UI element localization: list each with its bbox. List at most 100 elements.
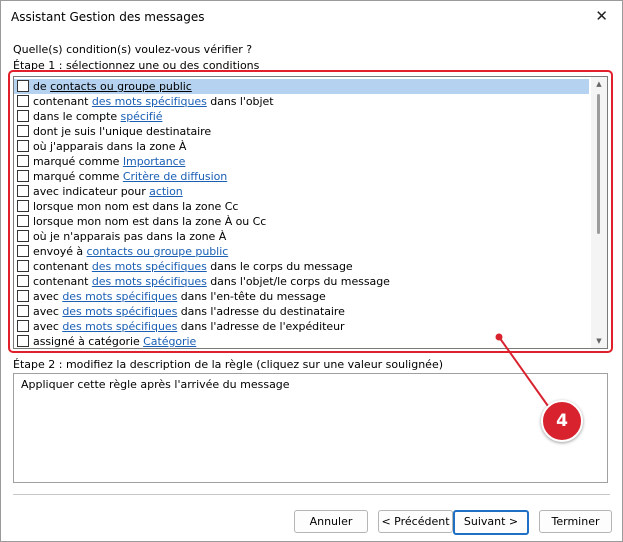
condition-value-link[interactable]: des mots spécifiques (92, 260, 207, 273)
condition-row[interactable]: marqué comme Critère de diffusion (14, 169, 589, 184)
condition-text: dans l'objet (206, 95, 274, 108)
condition-label: marqué comme Critère de diffusion (33, 170, 227, 183)
condition-checkbox[interactable] (17, 215, 29, 227)
scroll-up-icon[interactable]: ▲ (591, 77, 607, 91)
condition-label: avec des mots spécifiques dans l'en-tête… (33, 290, 326, 303)
rule-description-box[interactable]: Appliquer cette règle après l'arrivée du… (13, 373, 608, 483)
condition-checkbox[interactable] (17, 140, 29, 152)
question-label: Quelle(s) condition(s) voulez-vous vérif… (13, 43, 253, 56)
condition-row[interactable]: dans le compte spécifié (14, 109, 589, 124)
condition-text: contenant (33, 275, 92, 288)
rule-description-text: Appliquer cette règle après l'arrivée du… (21, 378, 290, 391)
condition-value-link[interactable]: Catégorie (143, 335, 196, 348)
condition-value-link[interactable]: contacts ou groupe public (50, 80, 192, 93)
condition-value-link[interactable]: Importance (123, 155, 186, 168)
condition-label: avec des mots spécifiques dans l'adresse… (33, 320, 345, 333)
condition-value-link[interactable]: contacts ou groupe public (87, 245, 229, 258)
condition-value-link[interactable]: action (149, 185, 183, 198)
condition-row[interactable]: dont je suis l'unique destinataire (14, 124, 589, 139)
condition-text: assigné à catégorie (33, 335, 144, 348)
condition-label: lorsque mon nom est dans la zone Cc (33, 200, 238, 213)
condition-text: lorsque mon nom est dans la zone Cc (33, 200, 239, 213)
condition-text: dans l'adresse de l'expéditeur (177, 320, 345, 333)
scroll-down-icon[interactable]: ▼ (591, 334, 607, 348)
condition-value-link[interactable]: des mots spécifiques (62, 290, 177, 303)
condition-checkbox[interactable] (17, 245, 29, 257)
condition-value-link[interactable]: des mots spécifiques (92, 275, 207, 288)
condition-row[interactable]: de contacts ou groupe public (14, 79, 589, 94)
condition-label: marqué comme Importance (33, 155, 185, 168)
condition-text: dans l'objet/le corps du message (206, 275, 390, 288)
title-bar: Assistant Gestion des messages ✕ (1, 1, 622, 32)
dialog-window: Assistant Gestion des messages ✕ Quelle(… (0, 0, 623, 542)
scrollbar-thumb[interactable] (597, 94, 600, 234)
condition-row[interactable]: où je n'apparais pas dans la zone À (14, 229, 589, 244)
condition-checkbox[interactable] (17, 305, 29, 317)
condition-label: contenant des mots spécifiques dans l'ob… (33, 275, 390, 288)
condition-label: assigné à catégorie Catégorie (33, 335, 196, 348)
condition-row[interactable]: avec des mots spécifiques dans l'adresse… (14, 319, 589, 334)
condition-text: dans le corps du message (206, 260, 353, 273)
condition-value-link[interactable]: spécifié (121, 110, 163, 123)
condition-text: contenant (33, 95, 92, 108)
condition-checkbox[interactable] (17, 185, 29, 197)
condition-checkbox[interactable] (17, 275, 29, 287)
condition-value-link[interactable]: des mots spécifiques (62, 320, 177, 333)
condition-text: où j'apparais dans la zone À (33, 140, 187, 153)
condition-checkbox[interactable] (17, 125, 29, 137)
condition-checkbox[interactable] (17, 230, 29, 242)
condition-label: contenant des mots spécifiques dans le c… (33, 260, 353, 273)
condition-checkbox[interactable] (17, 335, 29, 347)
next-button[interactable]: Suivant > (453, 510, 529, 535)
condition-checkbox[interactable] (17, 80, 29, 92)
condition-checkbox[interactable] (17, 95, 29, 107)
condition-checkbox[interactable] (17, 290, 29, 302)
condition-row[interactable]: contenant des mots spécifiques dans l'ob… (14, 274, 589, 289)
condition-text: contenant (33, 260, 92, 273)
condition-text: marqué comme (33, 155, 123, 168)
condition-checkbox[interactable] (17, 320, 29, 332)
condition-value-link[interactable]: des mots spécifiques (62, 305, 177, 318)
condition-value-link[interactable]: des mots spécifiques (92, 95, 207, 108)
condition-label: envoyé à contacts ou groupe public (33, 245, 228, 258)
condition-text: avec indicateur pour (33, 185, 150, 198)
condition-text: marqué comme (33, 170, 123, 183)
condition-text: dans le compte (33, 110, 121, 123)
condition-text: dans l'adresse du destinataire (177, 305, 345, 318)
previous-button[interactable]: < Précédent (378, 510, 453, 533)
condition-row[interactable]: contenant des mots spécifiques dans l'ob… (14, 94, 589, 109)
condition-checkbox[interactable] (17, 260, 29, 272)
condition-text: lorsque mon nom est dans la zone À ou Cc (33, 215, 267, 228)
condition-text: dont je suis l'unique destinataire (33, 125, 212, 138)
conditions-list[interactable]: assigné à catégorie Catégorie avec des mo… (13, 76, 608, 349)
condition-row[interactable]: envoyé à contacts ou groupe public (14, 244, 589, 259)
condition-row[interactable]: avec des mots spécifiques dans l'adresse… (14, 304, 589, 319)
condition-row[interactable]: lorsque mon nom est dans la zone À ou Cc (14, 214, 589, 229)
condition-text: avec (33, 305, 63, 318)
condition-label: dans le compte spécifié (33, 110, 162, 123)
step-number-badge: 4 (541, 400, 583, 442)
condition-label: dont je suis l'unique destinataire (33, 125, 211, 138)
step2-label: Étape 2 : modifiez la description de la … (13, 358, 444, 371)
finish-button[interactable]: Terminer (539, 510, 612, 533)
condition-row[interactable]: marqué comme Importance (14, 154, 589, 169)
condition-checkbox[interactable] (17, 170, 29, 182)
window-title: Assistant Gestion des messages (11, 10, 205, 24)
condition-row[interactable]: contenant des mots spécifiques dans le c… (14, 259, 589, 274)
condition-text: de (33, 80, 51, 93)
conditions-scrollbar[interactable]: ▲ ▼ (591, 77, 607, 348)
condition-checkbox[interactable] (17, 200, 29, 212)
condition-row[interactable]: assigné à catégorie Catégorie (14, 334, 589, 348)
condition-value-link[interactable]: Critère de diffusion (123, 170, 227, 183)
condition-row[interactable]: où j'apparais dans la zone À (14, 139, 589, 154)
condition-text: dans l'en-tête du message (177, 290, 326, 303)
condition-label: avec des mots spécifiques dans l'adresse… (33, 305, 345, 318)
close-icon[interactable]: ✕ (595, 7, 608, 25)
condition-row[interactable]: lorsque mon nom est dans la zone Cc (14, 199, 589, 214)
condition-row[interactable]: avec des mots spécifiques dans l'en-tête… (14, 289, 589, 304)
condition-row[interactable]: avec indicateur pour action (14, 184, 589, 199)
condition-checkbox[interactable] (17, 110, 29, 122)
cancel-button[interactable]: Annuler (294, 510, 368, 533)
condition-checkbox[interactable] (17, 155, 29, 167)
condition-label: où j'apparais dans la zone À (33, 140, 186, 153)
